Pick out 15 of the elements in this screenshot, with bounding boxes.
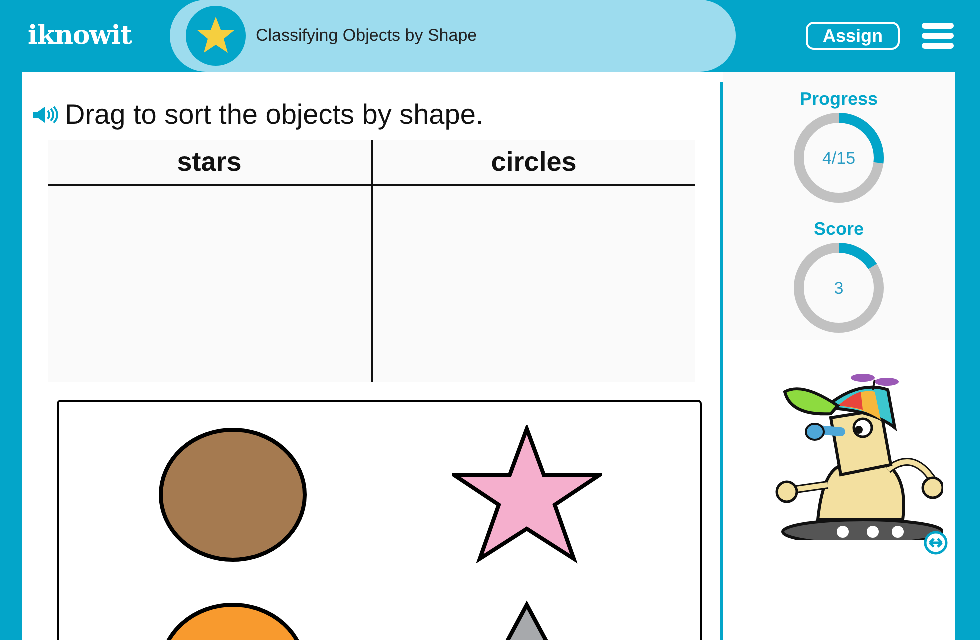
circle-shape[interactable]	[159, 428, 307, 562]
menu-icon[interactable]	[922, 23, 954, 49]
meter-label: Score	[814, 218, 864, 240]
column-heading: circles	[491, 146, 577, 179]
meter-label: Progress	[800, 88, 878, 110]
speaker-icon[interactable]	[33, 106, 59, 124]
logo: iknowit	[27, 20, 134, 52]
swap-icon[interactable]	[924, 531, 948, 555]
lesson-title: Classifying Objects by Shape	[256, 25, 478, 48]
meter-value: 3	[833, 278, 845, 300]
instruction-text: Drag to sort the objects by shape.	[65, 98, 484, 132]
star-shape[interactable]	[452, 425, 602, 564]
assign-button[interactable]: Assign	[806, 22, 900, 50]
column-heading: stars	[177, 146, 242, 179]
meter-value: 4/15	[821, 148, 857, 170]
